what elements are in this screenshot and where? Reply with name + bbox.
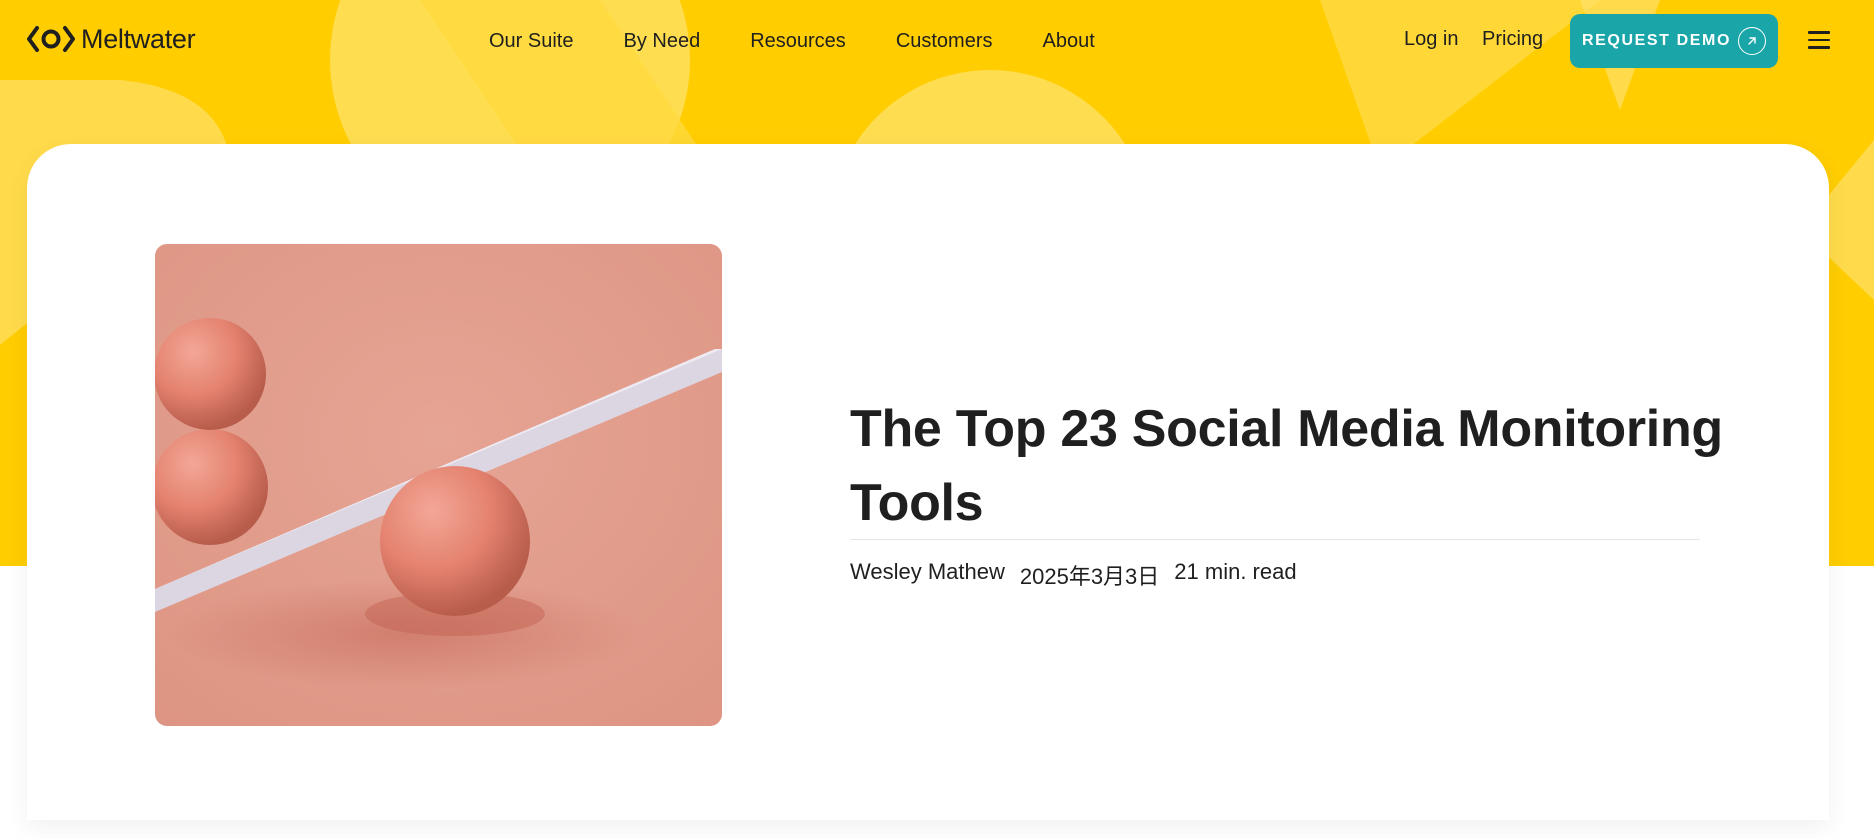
request-demo-button[interactable]: REQUEST DEMO	[1570, 14, 1778, 68]
brand-logo[interactable]: Meltwater	[27, 24, 196, 54]
main-nav: Our Suite By Need Resources Customers Ab…	[489, 28, 1095, 54]
balance-spheres-illustration	[155, 244, 722, 726]
page: Meltwater Our Suite By Need Resources Cu…	[0, 0, 1874, 839]
nav-item-our-suite[interactable]: Our Suite	[489, 28, 573, 54]
arrow-up-right-icon	[1738, 27, 1766, 55]
article-date: 2025年3月3日	[1019, 564, 1160, 589]
nav-item-about[interactable]: About	[1043, 28, 1095, 54]
article-author[interactable]: Wesley Mathew	[850, 559, 1005, 591]
article-meta: Wesley Mathew 2025年3月3日 21 min. read	[850, 559, 1297, 591]
login-link[interactable]: Log in	[1404, 28, 1459, 51]
article-hero-card: The Top 23 Social Media Monitoring Tools…	[27, 144, 1829, 820]
brand-name: Meltwater	[81, 24, 196, 54]
pricing-link[interactable]: Pricing	[1482, 28, 1543, 51]
meltwater-logo-icon	[27, 26, 75, 52]
article-read-time: 21 min. read	[1174, 559, 1297, 584]
title-divider	[850, 539, 1700, 540]
article-title: The Top 23 Social Media Monitoring Tools	[850, 400, 1723, 532]
nav-item-by-need[interactable]: By Need	[623, 28, 700, 54]
nav-item-customers[interactable]: Customers	[896, 28, 993, 54]
hamburger-menu-icon[interactable]	[1808, 31, 1830, 51]
request-demo-label: REQUEST DEMO	[1582, 32, 1731, 49]
site-header: Meltwater Our Suite By Need Resources Cu…	[0, 0, 1874, 80]
nav-item-resources[interactable]: Resources	[750, 28, 846, 54]
article-hero-image	[155, 244, 722, 726]
